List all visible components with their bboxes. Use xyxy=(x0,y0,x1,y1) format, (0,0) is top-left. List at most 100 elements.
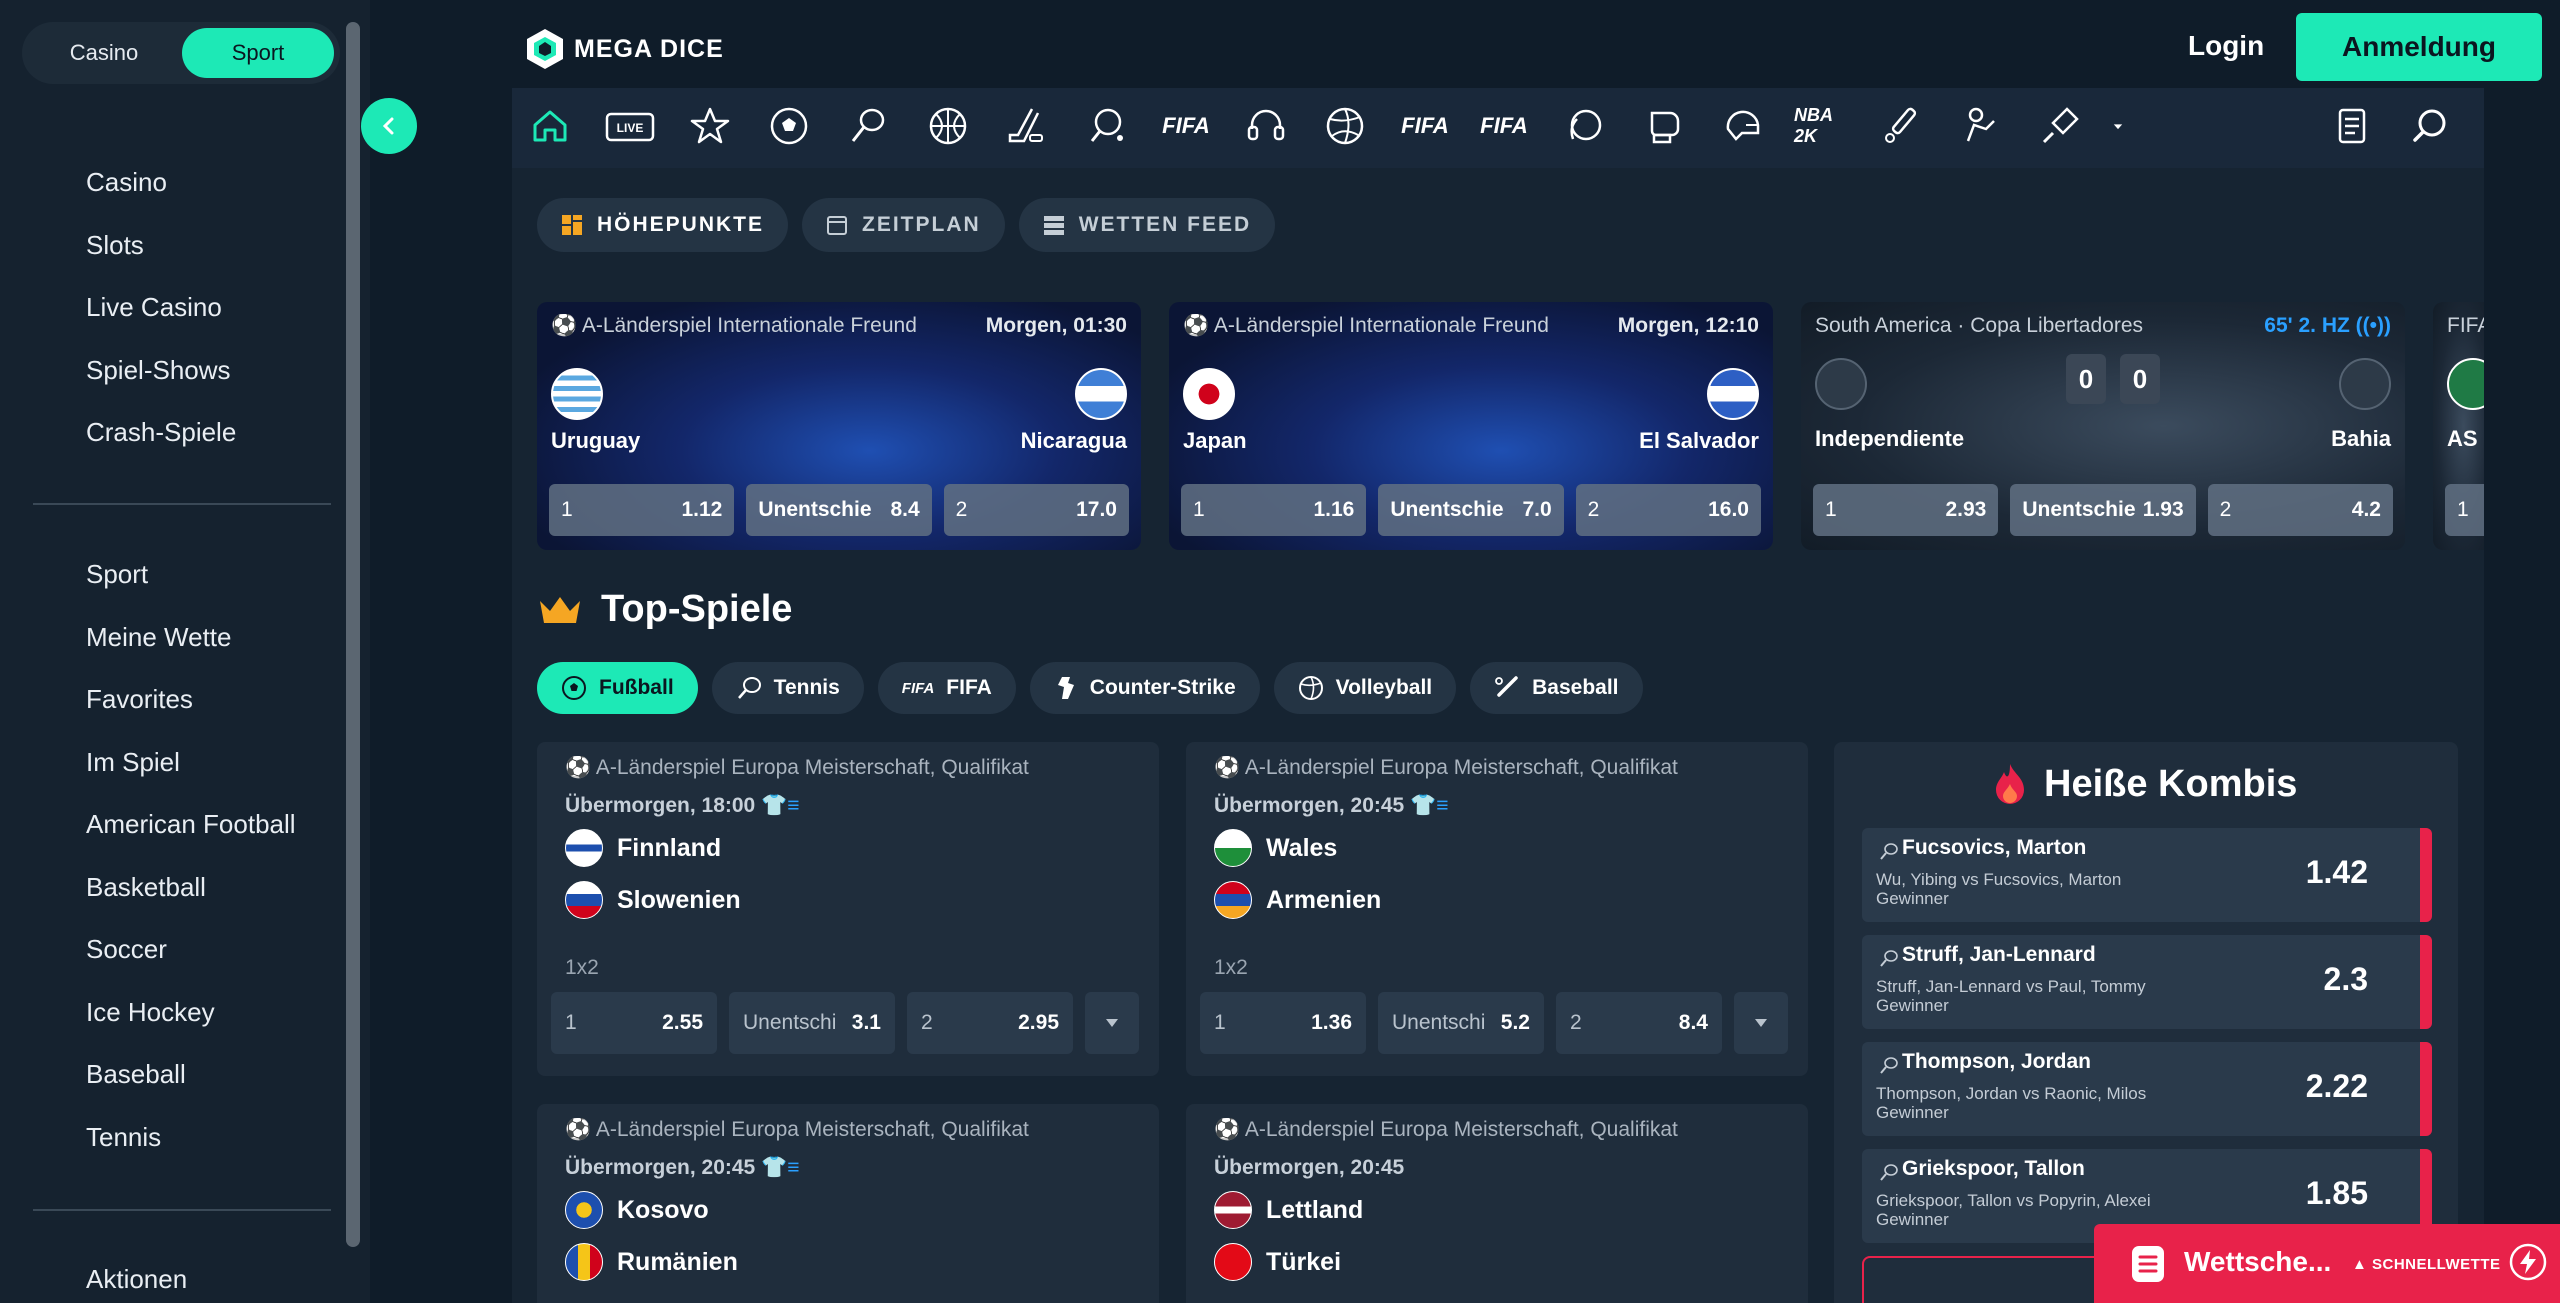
odd-draw[interactable]: Unentschi 3.1 xyxy=(729,992,895,1054)
tab-bets-feed[interactable]: WETTEN FEED xyxy=(1018,198,1276,252)
sidebar-item-game-shows[interactable]: Spiel-Shows xyxy=(86,339,236,402)
sidebar-item-soccer[interactable]: Soccer xyxy=(86,918,296,981)
hot-combo-item[interactable]: Fucsovics, Marton Wu, Yibing vs Fucsovic… xyxy=(1862,828,2432,922)
sidebar-item-american-football[interactable]: American Football xyxy=(86,793,296,856)
tab-schedule[interactable]: ZEITPLAN xyxy=(802,198,1005,252)
volleyball-icon[interactable] xyxy=(1317,98,1373,154)
odd-home[interactable]: 1 1.12 xyxy=(549,484,735,536)
handball-icon[interactable] xyxy=(1556,98,1612,154)
match-card[interactable]: ⚽ A-Länderspiel Europa Meisterschaft, Qu… xyxy=(1186,1104,1808,1303)
filter-fifa[interactable]: FIFA FIFA xyxy=(877,662,1016,714)
cricket-icon[interactable] xyxy=(1873,98,1929,154)
boxing-icon[interactable] xyxy=(1635,98,1691,154)
sidebar-item-tennis[interactable]: Tennis xyxy=(86,1106,296,1169)
odds-row: 1 2.93 Unentschie 1.93 2 4.2 xyxy=(1813,484,2393,536)
toggle-sport[interactable]: Sport xyxy=(182,28,334,78)
sidebar-item-in-play[interactable]: Im Spiel xyxy=(86,731,296,794)
filter-baseball[interactable]: Baseball xyxy=(1470,662,1643,714)
basketball-icon[interactable] xyxy=(920,98,976,154)
site-logo[interactable]: MEGA DICE xyxy=(522,26,724,72)
calendar-icon xyxy=(827,216,848,235)
badminton-icon[interactable] xyxy=(2032,98,2088,154)
table-tennis-icon[interactable] xyxy=(1079,98,1135,154)
filter-football[interactable]: Fußball xyxy=(537,662,698,714)
sidebar-item-sport[interactable]: Sport xyxy=(86,543,296,606)
sidebar-scrollbar[interactable] xyxy=(346,22,360,1247)
fifa-icon[interactable]: FIFA xyxy=(1158,98,1214,154)
top-games-sport-filter: Fußball Tennis FIFA FIFA Counter-Strike … xyxy=(537,662,1643,714)
live-signal-icon: ((•)) xyxy=(2355,314,2391,337)
signup-button[interactable]: Anmeldung xyxy=(2296,13,2542,81)
away-team: Türkei xyxy=(1214,1242,1341,1282)
odd-away[interactable]: 2 8.4 xyxy=(1556,992,1722,1054)
odd-draw[interactable]: Unentschi 5.2 xyxy=(1378,992,1544,1054)
sidebar-item-ice-hockey[interactable]: Ice Hockey xyxy=(86,981,296,1044)
odd-home[interactable]: 1 1.16 xyxy=(1181,484,1367,536)
sidebar-item-live-casino[interactable]: Live Casino xyxy=(86,276,236,339)
filter-volleyball[interactable]: Volleyball xyxy=(1273,662,1457,714)
more-dropdown-icon[interactable] xyxy=(2090,98,2146,154)
sidebar-item-casino[interactable]: Casino xyxy=(86,151,236,214)
filter-tennis[interactable]: Tennis xyxy=(711,662,864,714)
odd-draw[interactable]: Unentschie 7.0 xyxy=(1378,484,1564,536)
odd-home[interactable]: 1 1.36 xyxy=(1200,992,1366,1054)
login-button[interactable]: Login xyxy=(2188,30,2264,62)
featured-match-card[interactable]: ⚽ A-Länderspiel Internationale Freund Mo… xyxy=(537,302,1141,550)
featured-match-card[interactable]: ⚽ A-Länderspiel Internationale Freund Mo… xyxy=(1169,302,1773,550)
soccer-icon[interactable] xyxy=(761,98,817,154)
view-tabs: HÖHEPUNKTE ZEITPLAN WETTEN FEED xyxy=(537,198,1276,252)
sidebar-item-crash-games[interactable]: Crash-Spiele xyxy=(86,401,236,464)
odd-away[interactable]: 2 17.0 xyxy=(943,484,1129,536)
quick-bet-label[interactable]: ▲ SCHNELLWETTE xyxy=(2352,1256,2501,1273)
odd-home[interactable]: 1 xyxy=(2445,484,2484,536)
sidebar-item-baseball[interactable]: Baseball xyxy=(86,1043,296,1106)
more-markets-button[interactable] xyxy=(1734,992,1788,1054)
american-football-icon[interactable] xyxy=(1715,98,1771,154)
match-card[interactable]: ⚽ A-Länderspiel Europa Meisterschaft, Qu… xyxy=(537,742,1159,1076)
sidebar-item-favorites[interactable]: Favorites xyxy=(86,668,296,731)
home-team: Lettland xyxy=(1214,1190,1363,1230)
odd-away[interactable]: 2 2.95 xyxy=(907,992,1073,1054)
counter-strike-icon xyxy=(1057,677,1074,699)
hot-combo-item[interactable]: Thompson, Jordan Thompson, Jordan vs Rao… xyxy=(1862,1042,2432,1136)
odd-draw[interactable]: Unentschie 1.93 xyxy=(2010,484,2196,536)
sidebar-item-slots[interactable]: Slots xyxy=(86,214,236,277)
nba-2k-label: NBA 2K xyxy=(1794,105,1833,146)
ice-hockey-icon[interactable] xyxy=(999,98,1055,154)
favorites-star-icon[interactable] xyxy=(682,98,738,154)
lightning-toggle-icon[interactable] xyxy=(2508,1242,2548,1282)
fifa-penalty-icon[interactable]: FIFA xyxy=(1476,98,1532,154)
esports-headset-icon[interactable] xyxy=(1238,98,1294,154)
match-card[interactable]: ⚽ A-Länderspiel Europa Meisterschaft, Qu… xyxy=(537,1104,1159,1303)
odd-home[interactable]: 1 2.93 xyxy=(1813,484,1999,536)
odd-home[interactable]: 1 2.55 xyxy=(551,992,717,1054)
chevron-down-icon xyxy=(1755,1019,1767,1027)
tennis-icon[interactable] xyxy=(840,98,896,154)
sidebar-item-promotions[interactable]: Aktionen xyxy=(86,1248,187,1303)
kabaddi-icon[interactable] xyxy=(1953,98,2009,154)
filter-counter-strike[interactable]: Counter-Strike xyxy=(1029,662,1260,714)
odd-away[interactable]: 2 4.2 xyxy=(2207,484,2393,536)
betslip-history-icon[interactable] xyxy=(2324,98,2380,154)
stream-icon: 👕≡ xyxy=(761,794,800,817)
tab-highlights[interactable]: HÖHEPUNKTE xyxy=(537,198,789,252)
search-icon[interactable] xyxy=(2402,98,2458,154)
odd-away[interactable]: 2 16.0 xyxy=(1575,484,1761,536)
more-markets-button[interactable] xyxy=(1085,992,1139,1054)
featured-match-card-partial[interactable]: FIFA F AS S 1 xyxy=(2433,302,2484,550)
collapse-sidebar-button[interactable] xyxy=(361,98,417,154)
featured-live-match-card[interactable]: South America · Copa Libertadores 65' 2.… xyxy=(1801,302,2405,550)
odd-draw[interactable]: Unentschie 8.4 xyxy=(746,484,932,536)
live-icon[interactable]: LIVE xyxy=(602,98,658,154)
sidebar-item-basketball[interactable]: Basketball xyxy=(86,856,296,919)
sidebar-item-my-bets[interactable]: Meine Wette xyxy=(86,606,296,669)
match-card[interactable]: ⚽ A-Länderspiel Europa Meisterschaft, Qu… xyxy=(1186,742,1808,1076)
betslip-button[interactable]: Wettsche... ▲ SCHNELLWETTE xyxy=(2094,1224,2560,1303)
crown-icon xyxy=(540,596,580,623)
fifa-volta-icon[interactable]: FIFA xyxy=(1397,98,1453,154)
nba-2k-icon[interactable]: NBA 2K xyxy=(1794,98,1850,154)
home-icon[interactable] xyxy=(522,98,578,154)
toggle-casino[interactable]: Casino xyxy=(28,28,180,78)
hot-combo-item[interactable]: Struff, Jan-Lennard Struff, Jan-Lennard … xyxy=(1862,935,2432,1029)
tennis-icon xyxy=(737,677,761,699)
